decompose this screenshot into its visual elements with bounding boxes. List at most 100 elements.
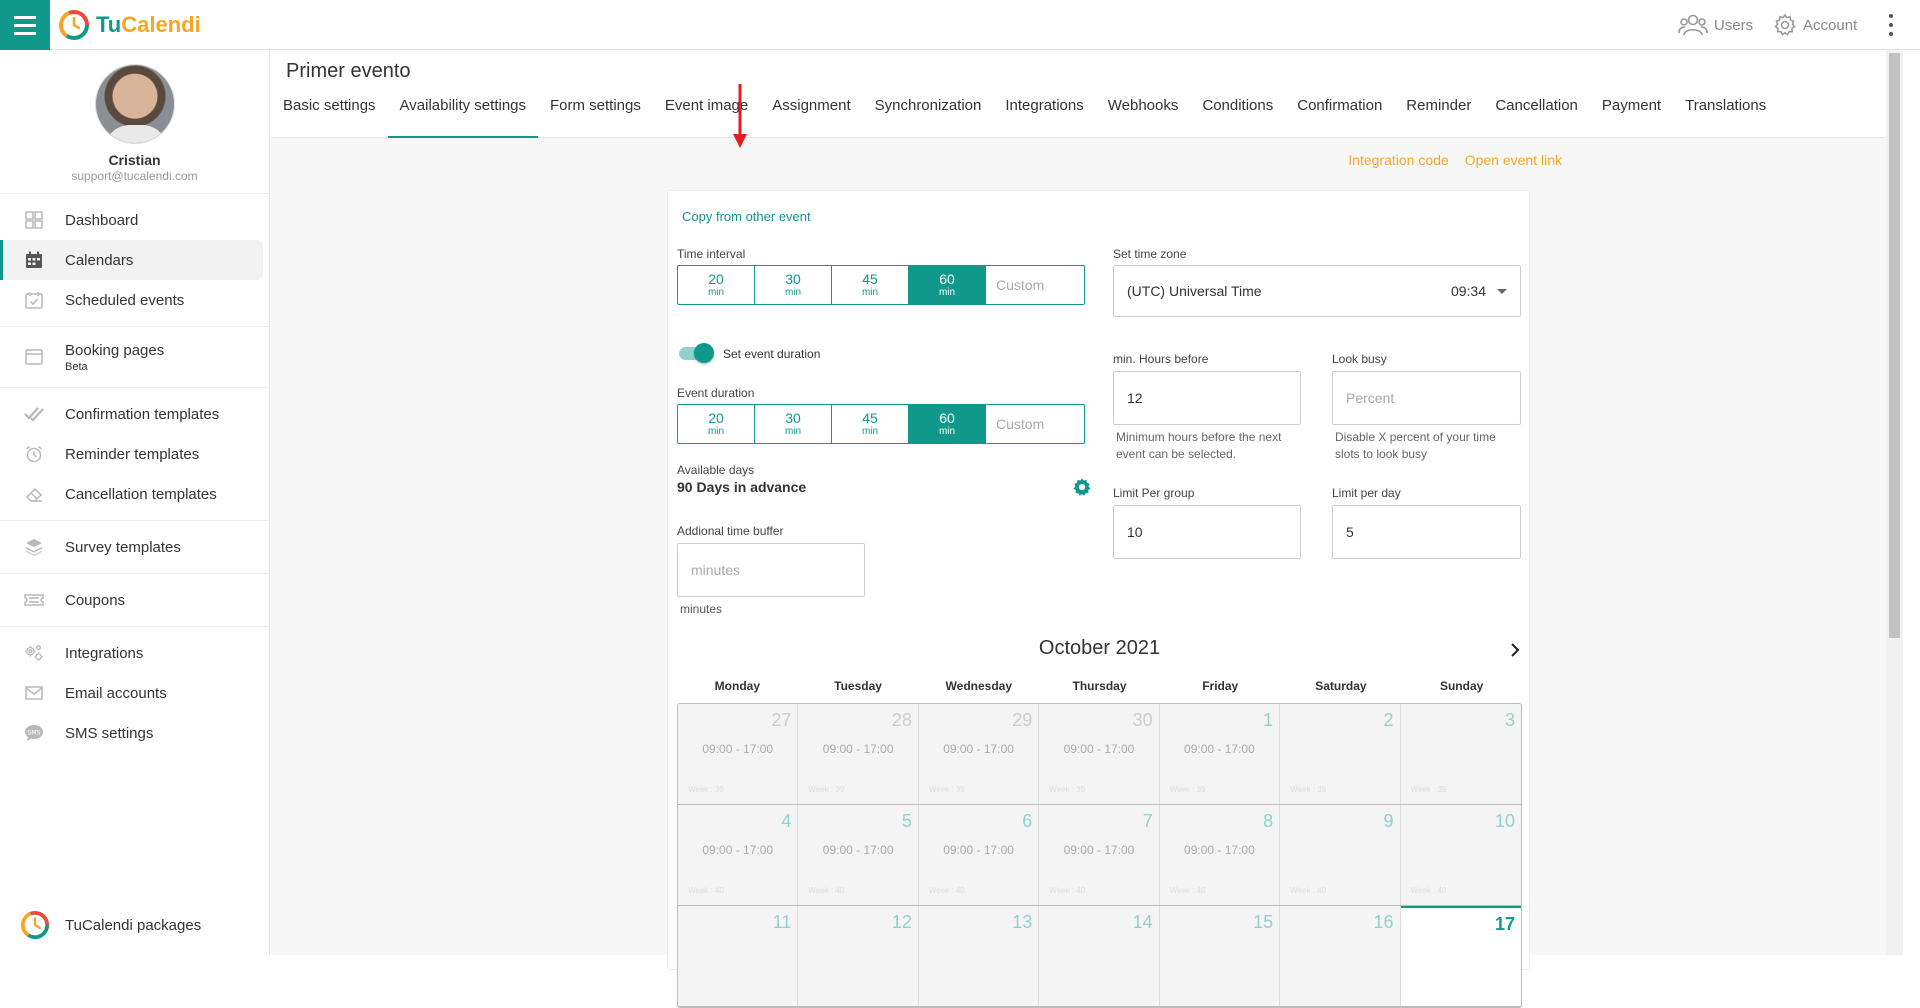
- calendar-day-cell[interactable]: 9 Week : 40: [1280, 805, 1401, 905]
- sidebar-item-dashboard[interactable]: Dashboard: [0, 200, 263, 240]
- calendar-day-cell[interactable]: 27 09:00 - 17:00 Week : 39: [678, 704, 799, 804]
- sidebar-item-cancellation-templates[interactable]: Cancellation templates: [0, 474, 263, 514]
- event-duration-custom-input[interactable]: Custom: [986, 405, 1084, 443]
- tab-translations[interactable]: Translations: [1673, 90, 1778, 138]
- double-check-icon: [24, 404, 44, 424]
- tab-basic-settings[interactable]: Basic settings: [271, 90, 388, 138]
- min-hours-input[interactable]: 12: [1113, 371, 1301, 425]
- tab-availability-settings[interactable]: Availability settings: [387, 90, 538, 138]
- calendar-day-cell[interactable]: 2 Week : 39: [1280, 704, 1401, 804]
- hamburger-menu-button[interactable]: [0, 0, 50, 50]
- calendar-day-cell[interactable]: 17: [1400, 906, 1521, 1006]
- calendar-day-cell[interactable]: 13: [918, 906, 1040, 1006]
- option-unit: min: [938, 425, 956, 437]
- available-days-settings-gear-icon[interactable]: [1072, 477, 1092, 497]
- tab-cancellation[interactable]: Cancellation: [1483, 90, 1590, 138]
- tab-conditions[interactable]: Conditions: [1190, 90, 1285, 138]
- timezone-label: Set time zone: [1113, 247, 1187, 261]
- option-value: 20: [708, 409, 724, 426]
- annotation-arrow-icon: [733, 84, 747, 148]
- calendar-day-cell[interactable]: 12: [798, 906, 919, 1006]
- tab-reminder[interactable]: Reminder: [1394, 90, 1483, 138]
- sidebar-group-booking: Booking pages Beta: [0, 327, 269, 388]
- weekday-label: Saturday: [1315, 679, 1367, 693]
- time-interval-custom-input[interactable]: Custom: [986, 266, 1084, 304]
- tab-integrations[interactable]: Integrations: [993, 90, 1095, 138]
- limit-per-day-input[interactable]: 5: [1332, 505, 1521, 559]
- calendar-day-cell[interactable]: 28 09:00 - 17:00 Week : 39: [798, 704, 919, 804]
- calendar-week-row: 11 12 13 14 15 16 17: [678, 906, 1521, 1007]
- event-duration-option-45[interactable]: 45 min: [832, 405, 909, 443]
- avatar[interactable]: [94, 64, 175, 144]
- tab-webhooks[interactable]: Webhooks: [1096, 90, 1191, 138]
- more-options-icon[interactable]: [1884, 14, 1898, 36]
- tab-form-settings[interactable]: Form settings: [538, 90, 653, 138]
- calendar-day-cell[interactable]: 4 09:00 - 17:00 Week : 40: [678, 805, 799, 905]
- tab-payment[interactable]: Payment: [1590, 90, 1673, 138]
- event-duration-option-20[interactable]: 20 min: [678, 405, 755, 443]
- users-icon: [1678, 14, 1708, 36]
- sidebar-item-integrations[interactable]: Integrations: [0, 633, 263, 673]
- copy-from-other-event-link[interactable]: Copy from other event: [682, 209, 811, 224]
- gears-icon: [24, 643, 44, 663]
- calendar-day-cell[interactable]: 16: [1280, 906, 1401, 1006]
- calendar-day-cell[interactable]: 30 09:00 - 17:00 Week : 39: [1039, 704, 1160, 804]
- layers-icon: [24, 537, 44, 557]
- sidebar-item-sms-settings[interactable]: SMS SMS settings: [0, 713, 263, 753]
- sidebar-item-reminder-templates[interactable]: Reminder templates: [0, 434, 263, 474]
- time-interval-option-60[interactable]: 60 min: [909, 266, 986, 304]
- time-interval-option-20[interactable]: 20 min: [678, 266, 755, 304]
- sidebar-item-calendars[interactable]: Calendars: [0, 240, 263, 280]
- svg-text:SMS: SMS: [28, 730, 41, 737]
- calendar-day-cell[interactable]: 3 Week : 39: [1400, 704, 1521, 804]
- calendar-day-cell[interactable]: 15: [1159, 906, 1281, 1006]
- tucalendi-packages-link[interactable]: TuCalendi packages: [0, 895, 270, 955]
- calendar-day-cell[interactable]: 10 Week : 40: [1400, 805, 1521, 905]
- timezone-select[interactable]: (UTC) Universal Time 09:34: [1113, 265, 1521, 317]
- event-duration-selector: 20 min 30 min 45 min 60 min Custom: [677, 404, 1085, 444]
- sidebar-item-coupons[interactable]: Coupons: [0, 580, 263, 620]
- limit-per-group-input[interactable]: 10: [1113, 505, 1301, 559]
- brand-logo[interactable]: TuCalendi: [58, 9, 201, 41]
- day-hours: 09:00 - 17:00: [822, 742, 894, 756]
- calendar-day-cell[interactable]: 5 09:00 - 17:00 Week : 40: [798, 805, 919, 905]
- calendar-day-cell[interactable]: 29 09:00 - 17:00 Week : 39: [918, 704, 1040, 804]
- calendar-day-cell[interactable]: 6 09:00 - 17:00 Week : 40: [918, 805, 1040, 905]
- sidebar-item-booking-pages[interactable]: Booking pages Beta: [0, 333, 263, 381]
- buffer-input[interactable]: minutes: [677, 543, 865, 597]
- day-hours: 09:00 - 17:00: [702, 843, 774, 857]
- calendar-weekday-header: Monday Tuesday Wednesday Thursday Friday…: [677, 679, 1522, 693]
- page-scrollbar[interactable]: [1886, 50, 1903, 955]
- tab-synchronization[interactable]: Synchronization: [863, 90, 994, 138]
- sidebar-item-survey-templates[interactable]: Survey templates: [0, 527, 263, 567]
- open-event-link[interactable]: Open event link: [1465, 152, 1562, 168]
- tab-confirmation[interactable]: Confirmation: [1285, 90, 1394, 138]
- day-number: 2: [1383, 710, 1394, 730]
- tab-assignment[interactable]: Assignment: [760, 90, 862, 138]
- time-interval-option-45[interactable]: 45 min: [832, 266, 909, 304]
- time-interval-option-30[interactable]: 30 min: [755, 266, 832, 304]
- tucalendi-logo-icon: [20, 910, 50, 940]
- sidebar-item-label: Booking pages: [65, 341, 165, 359]
- event-duration-option-30[interactable]: 30 min: [755, 405, 832, 443]
- integration-code-link[interactable]: Integration code: [1348, 152, 1448, 168]
- calendar-day-cell[interactable]: 11: [678, 906, 799, 1006]
- calendar-day-cell[interactable]: 7 09:00 - 17:00 Week : 40: [1039, 805, 1160, 905]
- sidebar-item-confirmation-templates[interactable]: Confirmation templates: [0, 394, 263, 434]
- account-nav-link[interactable]: Account: [1773, 13, 1857, 37]
- calendar-day-cell[interactable]: 14: [1039, 906, 1160, 1006]
- calendar-day-cell[interactable]: 8 09:00 - 17:00 Week : 40: [1159, 805, 1281, 905]
- day-number: 9: [1383, 811, 1394, 831]
- calendar-day-cell[interactable]: 1 09:00 - 17:00 Week : 39: [1159, 704, 1281, 804]
- sidebar-item-email-accounts[interactable]: Email accounts: [0, 673, 263, 713]
- set-event-duration-toggle[interactable]: [677, 343, 714, 363]
- sidebar-item-scheduled-events[interactable]: Scheduled events: [0, 280, 263, 320]
- look-busy-input[interactable]: Percent: [1332, 371, 1521, 425]
- brand-tu: Tu: [96, 12, 122, 37]
- chevron-right-icon[interactable]: [1508, 643, 1522, 657]
- event-duration-option-60[interactable]: 60 min: [909, 405, 986, 443]
- sidebar-group-coupons: Coupons: [0, 574, 269, 627]
- users-nav-link[interactable]: Users: [1678, 13, 1753, 37]
- day-number: 13: [1012, 912, 1033, 932]
- day-number: 14: [1132, 912, 1153, 932]
